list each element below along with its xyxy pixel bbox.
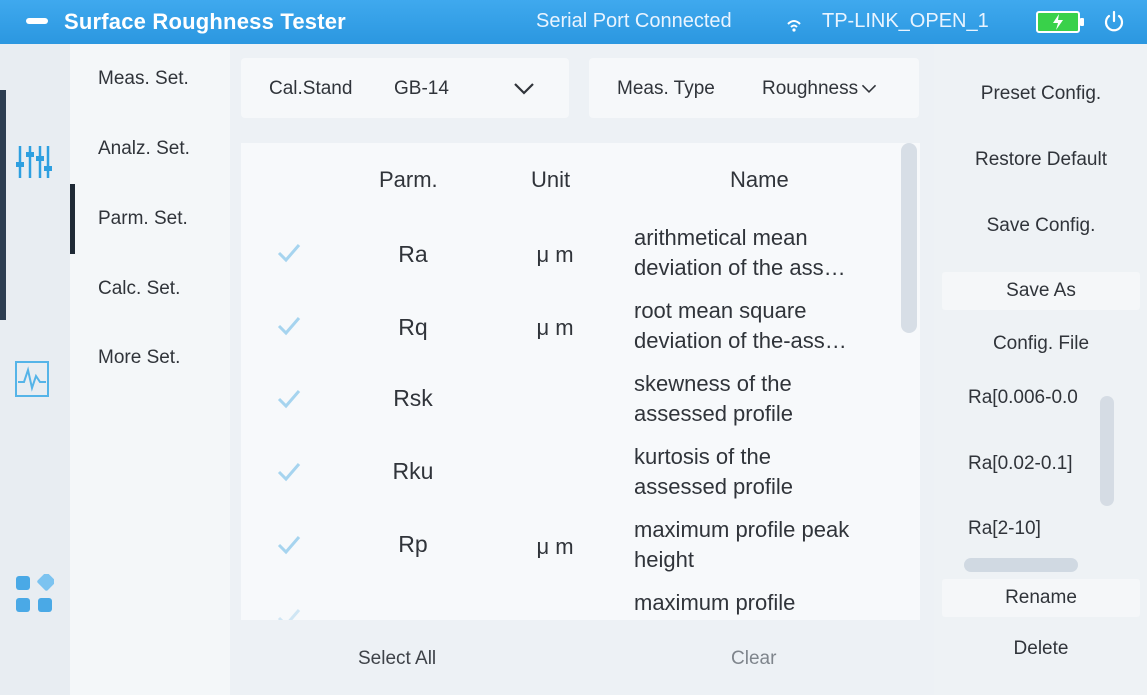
delete-button[interactable]: Delete [942, 638, 1140, 660]
table-row[interactable]: Rsk skewness of the assessed profile [241, 367, 901, 439]
table-row[interactable]: maximum profile [241, 586, 901, 620]
name-line-1: maximum profile peak [634, 517, 850, 542]
app-title: Surface Roughness Tester [64, 9, 346, 34]
cell-name: maximum profile [634, 588, 899, 618]
cell-parm: Rp [398, 531, 428, 557]
cell-unit: μ m [536, 315, 574, 340]
table-row[interactable]: Rp μ m maximum profile peak height [241, 513, 901, 585]
header-parm: Parm. [379, 167, 438, 192]
cell-name: maximum profile peak height [634, 515, 899, 575]
rename-button[interactable]: Rename [942, 579, 1140, 617]
name-line-1: arithmetical mean [634, 225, 808, 250]
restore-default-button[interactable]: Restore Default [942, 149, 1140, 171]
nav-item-parm-set[interactable]: Parm. Set. [98, 208, 188, 230]
menu-icon[interactable] [26, 18, 48, 24]
settings-nav: Meas. Set. Analz. Set. Parm. Set. Calc. … [70, 44, 230, 695]
wifi-name: TP-LINK_OPEN_1 [822, 10, 989, 32]
name-line-1: root mean square [634, 298, 807, 323]
table-row[interactable]: Ra μ m arithmetical mean deviation of th… [241, 221, 901, 293]
table-scrollbar[interactable] [901, 143, 917, 333]
header-name: Name [730, 167, 789, 192]
row-checkbox[interactable] [275, 604, 303, 620]
cell-name: skewness of the assessed profile [634, 369, 899, 429]
config-panel: Preset Config. Restore Default Save Conf… [934, 44, 1147, 695]
nav-item-meas-set[interactable]: Meas. Set. [98, 68, 189, 90]
save-as-button[interactable]: Save As [942, 272, 1140, 310]
name-line-1: skewness of the [634, 371, 792, 396]
nav-active-indicator [70, 184, 75, 254]
nav-item-analz-set[interactable]: Analz. Set. [98, 138, 190, 160]
cell-parm: Rku [392, 458, 434, 484]
sliders-icon[interactable] [14, 142, 54, 182]
cell-name: root mean square deviation of the-ass… [634, 296, 899, 356]
cell-parm: Rq [398, 314, 428, 340]
cell-unit: μ m [536, 242, 574, 267]
row-checkbox[interactable] [275, 239, 303, 267]
name-line-1: kurtosis of the [634, 444, 771, 469]
left-rail [0, 44, 70, 695]
name-line-2: deviation of the-ass… [634, 328, 847, 353]
cal-stand-dropdown[interactable]: Cal.Stand GB-14 [241, 58, 569, 118]
wifi-icon [787, 20, 801, 32]
name-line-1: maximum profile [634, 590, 796, 615]
name-line-2: assessed profile [634, 401, 793, 426]
name-line-2: height [634, 547, 694, 572]
chevron-down-icon [514, 83, 534, 95]
table-row[interactable]: Rq μ m root mean square deviation of the… [241, 294, 901, 366]
serial-status: Serial Port Connected [536, 10, 732, 32]
cell-name: kurtosis of the assessed profile [634, 442, 899, 502]
config-file-label: Config. File [992, 333, 1090, 354]
cell-name: arithmetical mean deviation of the ass… [634, 223, 899, 283]
row-checkbox[interactable] [275, 312, 303, 340]
cell-unit: μ m [536, 534, 574, 559]
title-bar: Surface Roughness Tester Serial Port Con… [0, 0, 1147, 44]
rail-active-indicator [0, 90, 6, 320]
name-line-2: assessed profile [634, 474, 793, 499]
chevron-down-icon [861, 84, 877, 94]
cell-parm: Rsk [393, 385, 433, 411]
select-all-button[interactable]: Select All [358, 648, 436, 670]
waveform-icon[interactable] [14, 360, 50, 398]
row-checkbox[interactable] [275, 531, 303, 559]
nav-item-more-set[interactable]: More Set. [98, 347, 180, 369]
table-row[interactable]: Rku kurtosis of the assessed profile [241, 440, 901, 512]
save-config-button[interactable]: Save Config. [942, 215, 1140, 237]
preset-item[interactable]: Ra[2-10] [968, 518, 1132, 540]
preset-list-hscrollbar[interactable] [964, 558, 1078, 572]
battery-icon [1036, 11, 1084, 33]
meas-type-label: Meas. Type [617, 78, 715, 99]
meas-type-dropdown[interactable]: Meas. Type Roughness [589, 58, 919, 118]
preset-list-scrollbar[interactable] [1100, 396, 1114, 506]
parameter-table: Parm. Unit Name Ra μ m arithmetical mean… [241, 143, 920, 620]
name-line-2: deviation of the ass… [634, 255, 846, 280]
header-unit: Unit [531, 167, 571, 192]
clear-button[interactable]: Clear [731, 648, 776, 670]
cal-stand-value: GB-14 [394, 78, 449, 99]
apps-grid-icon[interactable] [14, 574, 54, 614]
row-checkbox[interactable] [275, 385, 303, 413]
row-checkbox[interactable] [275, 458, 303, 486]
power-icon[interactable] [1102, 10, 1126, 34]
cal-stand-label: Cal.Stand [269, 78, 353, 99]
meas-type-value: Roughness [762, 78, 859, 99]
cell-parm: Ra [398, 241, 428, 267]
preset-config-button[interactable]: Preset Config. [942, 83, 1140, 105]
nav-item-calc-set[interactable]: Calc. Set. [98, 278, 180, 300]
